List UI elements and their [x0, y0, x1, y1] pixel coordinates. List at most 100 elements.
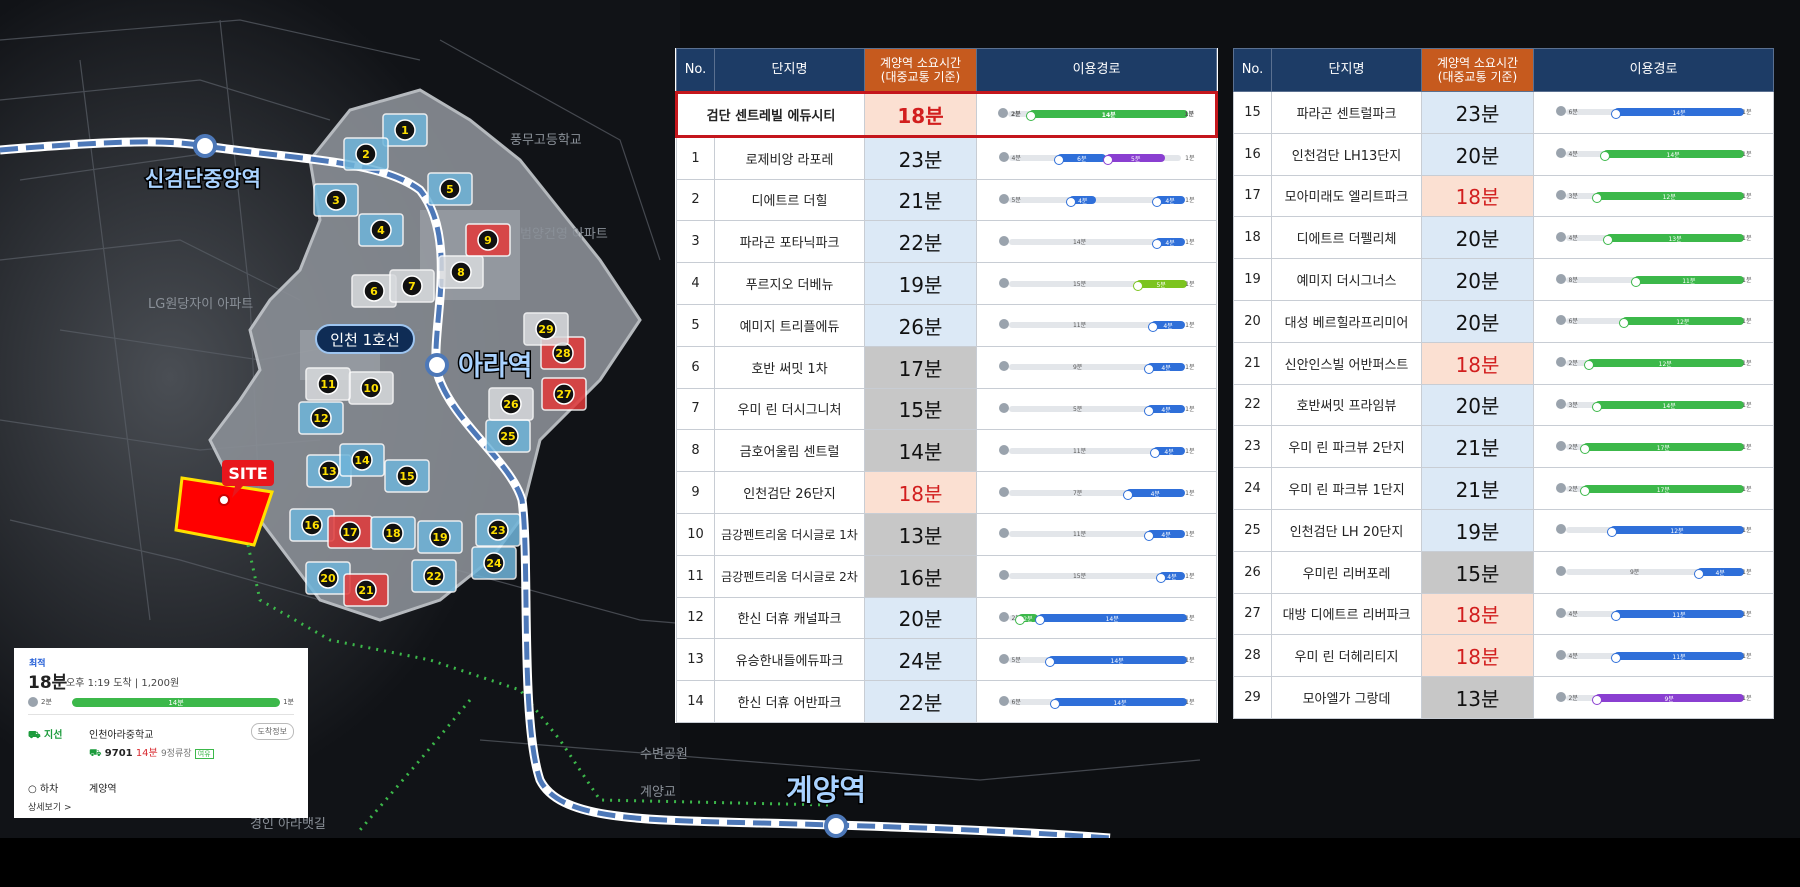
walk-icon	[1555, 440, 1566, 451]
route-bar: 2분2분14분1분	[998, 611, 1195, 625]
row-no: 17	[1233, 174, 1272, 218]
segment-time: 6분	[1077, 156, 1087, 164]
complex-marker-label: 27	[556, 388, 571, 401]
table-row: 15 파라곤 센트럴파크 23분 6분 14분 1분	[1233, 91, 1774, 134]
transit-segment: 4분	[1150, 446, 1185, 458]
walk-icon	[998, 402, 1009, 413]
row-name: 파라곤 포타닉파크	[714, 220, 865, 264]
walk-time: 3분	[1568, 192, 1578, 200]
col-no: No.	[1233, 48, 1272, 92]
bottom-bar	[0, 838, 1800, 887]
row-no: 16	[1233, 132, 1272, 176]
walk-mid-time: 15분	[1072, 280, 1087, 288]
complex-marker-label: 7	[408, 280, 416, 293]
row-time: 18분	[864, 471, 977, 514]
row-time: 13분	[864, 512, 977, 556]
table-row: 1 로제비앙 라포레 23분 4분 6분 5분 1분	[676, 135, 1217, 180]
row-no: 10	[676, 512, 715, 556]
row-no: 20	[1233, 299, 1272, 343]
row-time: 20분	[1421, 258, 1534, 301]
row-name: 디에트르 더힐	[714, 178, 865, 222]
detail-link[interactable]: 상세보기 >	[28, 800, 72, 813]
segment-time: 17분	[1656, 444, 1670, 452]
segment-time: 12분	[1676, 319, 1690, 327]
bus-segment: 14분	[72, 698, 280, 707]
segment-time: 13분	[1668, 235, 1682, 243]
walk-mid-time: 5분	[1072, 405, 1083, 413]
row-route: 9분 4분 1분	[976, 345, 1217, 389]
segment-time: 4분	[1167, 574, 1177, 582]
table-row: 25 인천검단 LH 20단지 19분 12분 1분	[1233, 508, 1774, 552]
route-bar: 5분4분4분4분1분	[998, 193, 1195, 207]
walk-time: 6분	[1011, 698, 1021, 706]
bus-detail: ⛟ 9701 14분 9정류장 여유	[89, 744, 214, 761]
table-row: 27 대방 디에트르 리버파크 18분 4분 11분 1분	[1233, 592, 1774, 636]
transit-segment: 14분	[1026, 110, 1189, 122]
row-route: 5분4분4분4분1분	[976, 178, 1217, 222]
walk-time: 2분	[1568, 360, 1578, 368]
row-no: 21	[1233, 341, 1272, 385]
walk-mid-time: 7분	[1072, 489, 1083, 497]
walk-start-time: 2분	[41, 698, 52, 706]
complex-marker-label: 9	[484, 234, 492, 247]
walk-end-time: 1분	[1742, 569, 1752, 577]
route-bar: 2분 17분 1분	[1555, 482, 1752, 496]
bus-stops: 9정류장	[160, 749, 192, 759]
segment-time: 4분	[1165, 239, 1175, 247]
row-route: 4분 11분 1분	[1533, 592, 1774, 636]
walk-icon	[998, 486, 1009, 497]
transit-segment: 12분	[1619, 317, 1744, 329]
row-name: 금강펜트리움 더시글로 1차	[714, 512, 865, 556]
segment-time: 11분	[1672, 611, 1686, 619]
complex-marker-label: 20	[320, 572, 336, 585]
walk-end-time: 1분	[1185, 196, 1195, 204]
site-pin	[218, 494, 230, 506]
row-time: 26분	[864, 303, 977, 347]
route-bar: 9분 4분 1분	[998, 360, 1195, 375]
row-route: 6분 14분 1분	[1533, 91, 1774, 134]
walk-time: 2분	[1568, 443, 1578, 451]
table-row: 17 모아미래도 엘리트파크 18분 3분 12분 1분	[1233, 174, 1774, 218]
row-route: 4분 6분 5분 1분	[976, 135, 1217, 180]
row-time: 15분	[864, 387, 977, 431]
route-bar: 2분 12분 1분	[1555, 356, 1752, 371]
segment-time: 14분	[1110, 657, 1124, 665]
transit-segment: 14분	[1050, 697, 1187, 709]
table-row: 8 금호어울림 센트럴 14분 11분 4분 1분	[676, 429, 1217, 473]
transit-segment: 5분	[1103, 154, 1166, 166]
row-name: 예미지 더시그너스	[1271, 258, 1422, 301]
row-route: 7분 4분 1분	[976, 471, 1217, 514]
arrival-info-button[interactable]: 도착정보	[250, 723, 294, 740]
complex-marker-label: 15	[399, 470, 414, 483]
walk-end-time: 1분	[1185, 698, 1195, 706]
row-time: 13분	[1421, 676, 1534, 719]
bg-label-lg: LG원당자이 아파트	[148, 297, 253, 312]
route-bar: 2분 14분 1분	[28, 696, 294, 708]
walk-icon	[1555, 607, 1566, 618]
row-no: 24	[1233, 467, 1272, 510]
route-bar: 3분 14분 1분	[1555, 398, 1752, 412]
row-no: 5	[676, 303, 715, 347]
complex-marker-label: 17	[342, 526, 357, 539]
row-route: 2분 17분 1분	[1533, 425, 1774, 469]
complex-marker-label: 18	[385, 527, 400, 540]
route-bar: 8분 11분 1분	[1555, 273, 1752, 287]
row-name: 유승한내들에듀파크	[714, 638, 865, 682]
row-time: 23분	[864, 135, 977, 180]
walk-time: 6분	[1568, 318, 1578, 326]
row-name: 금호어울림 센트럴	[714, 429, 865, 473]
table-row: 16 인천검단 LH13단지 20분 4분 14분 1분	[1233, 132, 1774, 176]
row-no: 3	[676, 220, 715, 264]
walk-icon	[1555, 148, 1566, 159]
route-bar: 14분 4분 1분	[998, 235, 1195, 249]
walk-time: 4분	[1568, 151, 1578, 159]
row-name: 호반 써밋 1차	[714, 345, 865, 389]
table-row: 18 디에트르 더펠리체 20분 4분 13분 1분	[1233, 216, 1774, 260]
table-row: 3 파라곤 포타닉파크 22분 14분 4분 1분	[676, 220, 1217, 264]
walk-icon	[1555, 189, 1566, 200]
table-row: 9 인천검단 26단지 18분 7분 4분 1분	[676, 471, 1217, 514]
col-no: No.	[676, 48, 715, 93]
row-name: 우미 린 더시그니처	[714, 387, 865, 431]
complex-marker-label: 21	[358, 584, 373, 597]
station-ara	[425, 353, 449, 377]
